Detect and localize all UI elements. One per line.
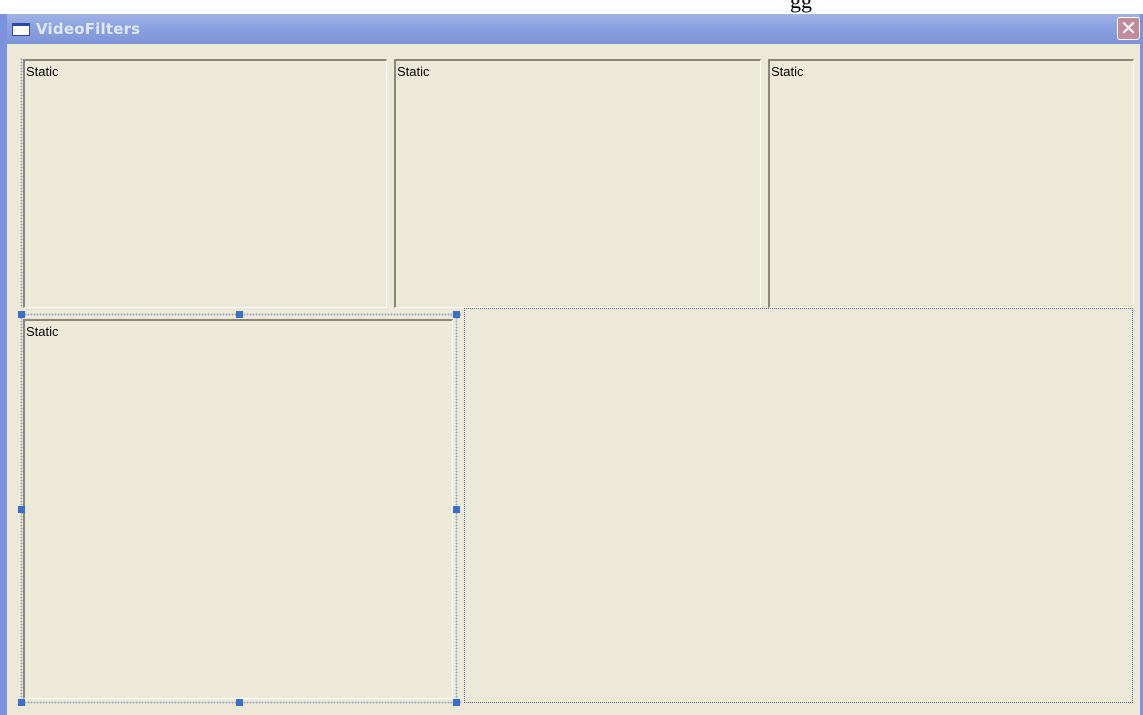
resize-handle-top-right[interactable] xyxy=(453,311,460,318)
resize-handle-bottom-left[interactable] xyxy=(18,699,25,706)
cropped-top-text: gg xyxy=(790,0,812,13)
resize-handle-middle-right[interactable] xyxy=(453,506,460,513)
static-panel-3[interactable]: Static xyxy=(768,59,1134,308)
resize-handle-middle-left[interactable] xyxy=(18,506,25,513)
group-frame xyxy=(464,308,1133,703)
window-icon xyxy=(12,22,30,36)
static-label: Static xyxy=(26,64,59,79)
close-button[interactable]: ✕ xyxy=(1117,17,1140,40)
static-label: Static xyxy=(26,324,59,339)
static-panel-2[interactable]: Static xyxy=(394,59,761,308)
resize-handle-bottom-center[interactable] xyxy=(236,699,243,706)
window-title: VideoFilters xyxy=(36,20,141,38)
static-panel-4[interactable]: Static xyxy=(23,319,453,699)
resize-handle-bottom-right[interactable] xyxy=(453,699,460,706)
static-panel-1[interactable]: Static xyxy=(23,59,387,308)
dialog-window: VideoFilters ✕ Static Static Static Stat… xyxy=(0,14,1143,715)
title-bar[interactable]: VideoFilters ✕ xyxy=(7,14,1140,44)
dialog-canvas: Static Static Static Static xyxy=(7,44,1140,715)
static-label: Static xyxy=(771,64,804,79)
resize-handle-top-center[interactable] xyxy=(236,311,243,318)
static-label: Static xyxy=(397,64,430,79)
resize-handle-top-left[interactable] xyxy=(18,311,25,318)
